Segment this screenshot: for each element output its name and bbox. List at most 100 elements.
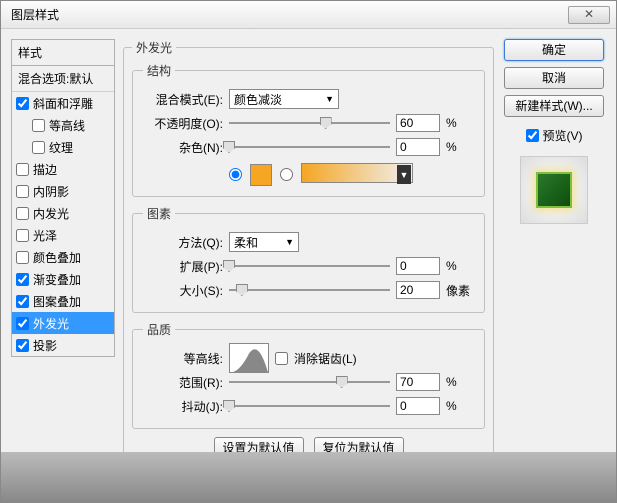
dialog-title: 图层样式	[11, 6, 59, 23]
style-checkbox[interactable]	[16, 97, 29, 110]
style-label: 等高线	[49, 117, 85, 134]
style-row[interactable]: 光泽	[12, 224, 114, 246]
elements-legend: 图素	[143, 205, 175, 222]
blend-mode-label: 混合模式(E):	[143, 91, 223, 108]
style-checkbox[interactable]	[16, 273, 29, 286]
style-label: 外发光	[33, 315, 69, 332]
size-unit: 像素	[446, 282, 474, 299]
outer-glow-group: 外发光 结构 混合模式(E): 颜色减淡 ▼ 不透明度(O):	[123, 39, 494, 472]
new-style-button[interactable]: 新建样式(W)...	[504, 95, 604, 117]
opacity-input[interactable]	[396, 114, 440, 132]
chevron-down-icon: ▼	[325, 94, 334, 104]
quality-group: 品质 等高线: 消除锯齿(L) 范围(R): %	[132, 321, 485, 429]
structure-legend: 结构	[143, 62, 175, 79]
spread-unit: %	[446, 259, 474, 273]
blend-mode-value: 颜色减淡	[234, 91, 282, 108]
blend-options-row[interactable]: 混合选项:默认	[12, 66, 114, 92]
elements-group: 图素 方法(Q): 柔和 ▼ 扩展(P): %	[132, 205, 485, 313]
styles-list: 混合选项:默认 斜面和浮雕等高线纹理描边内阴影内发光光泽颜色叠加渐变叠加图案叠加…	[11, 65, 115, 357]
technique-value: 柔和	[234, 234, 258, 251]
style-label: 图案叠加	[33, 293, 81, 310]
technique-label: 方法(Q):	[143, 234, 223, 251]
blend-mode-dropdown[interactable]: 颜色减淡 ▼	[229, 89, 339, 109]
style-checkbox[interactable]	[16, 295, 29, 308]
opacity-unit: %	[446, 116, 474, 130]
style-row[interactable]: 投影	[12, 334, 114, 356]
spread-slider[interactable]	[229, 257, 390, 275]
style-label: 内发光	[33, 205, 69, 222]
jitter-label: 抖动(J):	[143, 398, 223, 415]
noise-unit: %	[446, 140, 474, 154]
style-checkbox[interactable]	[16, 317, 29, 330]
style-label: 纹理	[49, 139, 73, 156]
style-checkbox[interactable]	[32, 141, 45, 154]
jitter-input[interactable]	[396, 397, 440, 415]
style-checkbox[interactable]	[32, 119, 45, 132]
quality-legend: 品质	[143, 321, 175, 338]
style-row[interactable]: 纹理	[12, 136, 114, 158]
range-slider[interactable]	[229, 373, 390, 391]
styles-header: 样式	[11, 39, 115, 65]
size-slider[interactable]	[229, 281, 390, 299]
style-label: 颜色叠加	[33, 249, 81, 266]
style-label: 内阴影	[33, 183, 69, 200]
style-row[interactable]: 外发光	[12, 312, 114, 334]
style-checkbox[interactable]	[16, 251, 29, 264]
style-row[interactable]: 斜面和浮雕	[12, 92, 114, 114]
titlebar: 图层样式 ✕	[1, 1, 616, 29]
style-row[interactable]: 图案叠加	[12, 290, 114, 312]
jitter-unit: %	[446, 399, 474, 413]
jitter-slider[interactable]	[229, 397, 390, 415]
preview-checkbox[interactable]	[526, 129, 539, 142]
style-checkbox[interactable]	[16, 207, 29, 220]
contour-label: 等高线:	[143, 350, 223, 367]
style-row[interactable]: 内阴影	[12, 180, 114, 202]
style-checkbox[interactable]	[16, 185, 29, 198]
main-panel: 外发光 结构 混合模式(E): 颜色减淡 ▼ 不透明度(O):	[123, 39, 494, 439]
range-label: 范围(R):	[143, 374, 223, 391]
noise-slider[interactable]	[229, 138, 390, 156]
styles-panel: 样式 混合选项:默认 斜面和浮雕等高线纹理描边内阴影内发光光泽颜色叠加渐变叠加图…	[11, 39, 115, 439]
color-gradient-radio[interactable]	[280, 168, 293, 181]
ok-button[interactable]: 确定	[504, 39, 604, 61]
spread-input[interactable]	[396, 257, 440, 275]
right-panel: 确定 取消 新建样式(W)... 预览(V)	[502, 39, 606, 439]
style-row[interactable]: 等高线	[12, 114, 114, 136]
style-checkbox[interactable]	[16, 339, 29, 352]
style-label: 投影	[33, 337, 57, 354]
size-label: 大小(S):	[143, 282, 223, 299]
footer-gradient	[1, 452, 616, 502]
preview-gem-icon	[536, 172, 572, 208]
cancel-button[interactable]: 取消	[504, 67, 604, 89]
panel-title: 外发光	[132, 39, 176, 56]
range-unit: %	[446, 375, 474, 389]
range-input[interactable]	[396, 373, 440, 391]
antialias-label: 消除锯齿(L)	[294, 350, 357, 367]
close-button[interactable]: ✕	[568, 6, 610, 24]
style-label: 渐变叠加	[33, 271, 81, 288]
style-label: 光泽	[33, 227, 57, 244]
style-row[interactable]: 渐变叠加	[12, 268, 114, 290]
antialias-checkbox[interactable]	[275, 352, 288, 365]
opacity-slider[interactable]	[229, 114, 390, 132]
style-checkbox[interactable]	[16, 163, 29, 176]
noise-label: 杂色(N):	[143, 139, 223, 156]
color-solid-radio[interactable]	[229, 168, 242, 181]
style-row[interactable]: 内发光	[12, 202, 114, 224]
style-row[interactable]: 描边	[12, 158, 114, 180]
layer-style-dialog: 图层样式 ✕ 样式 混合选项:默认 斜面和浮雕等高线纹理描边内阴影内发光光泽颜色…	[0, 0, 617, 503]
style-label: 斜面和浮雕	[33, 95, 93, 112]
color-swatch[interactable]	[250, 164, 272, 186]
opacity-label: 不透明度(O):	[143, 115, 223, 132]
size-input[interactable]	[396, 281, 440, 299]
gradient-picker[interactable]: ▼	[301, 163, 413, 186]
style-row[interactable]: 颜色叠加	[12, 246, 114, 268]
chevron-down-icon: ▼	[285, 237, 294, 247]
contour-picker[interactable]	[229, 343, 269, 373]
preview-label: 预览(V)	[543, 127, 583, 144]
spread-label: 扩展(P):	[143, 258, 223, 275]
technique-dropdown[interactable]: 柔和 ▼	[229, 232, 299, 252]
style-checkbox[interactable]	[16, 229, 29, 242]
style-label: 描边	[33, 161, 57, 178]
noise-input[interactable]	[396, 138, 440, 156]
